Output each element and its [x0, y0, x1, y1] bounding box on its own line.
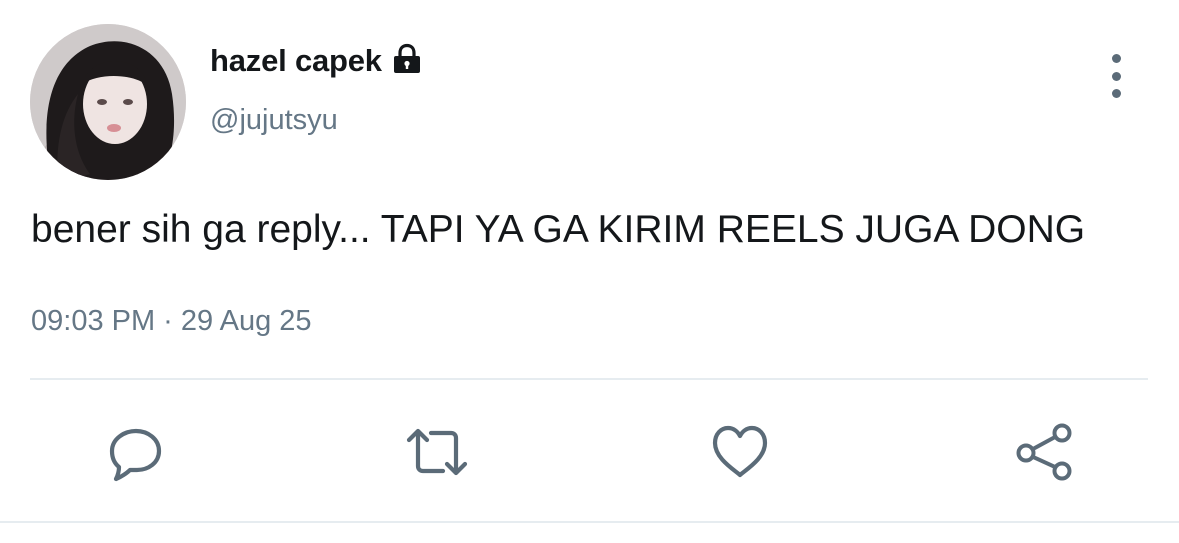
reply-button[interactable] — [104, 422, 168, 482]
display-name[interactable]: hazel capek — [210, 43, 382, 79]
display-name-row: hazel capek — [210, 38, 424, 84]
username[interactable]: @jujutsyu — [210, 104, 338, 137]
tweet-card: hazel capek @jujutsyu bener sih ga reply… — [0, 0, 1179, 543]
more-dot — [1111, 71, 1121, 81]
more-vertical-icon — [1111, 54, 1121, 63]
more-options-button[interactable] — [1096, 54, 1136, 98]
retweet-button[interactable] — [405, 422, 469, 482]
timestamp[interactable]: 09:03 PM · 29 Aug 25 — [31, 305, 312, 338]
like-button[interactable] — [708, 422, 772, 482]
share-icon — [1016, 423, 1072, 481]
avatar-image — [30, 24, 186, 180]
bottom-divider — [0, 521, 1179, 523]
more-dot — [1111, 89, 1121, 98]
tweet-text: bener sih ga reply... TAPI YA GA KIRIM R… — [31, 208, 1086, 251]
reply-icon — [109, 428, 162, 482]
retweet-icon — [406, 428, 468, 476]
share-button[interactable] — [1012, 422, 1076, 482]
avatar[interactable] — [30, 24, 186, 180]
lock-icon — [390, 42, 424, 76]
like-icon — [712, 425, 768, 478]
divider — [30, 378, 1148, 380]
